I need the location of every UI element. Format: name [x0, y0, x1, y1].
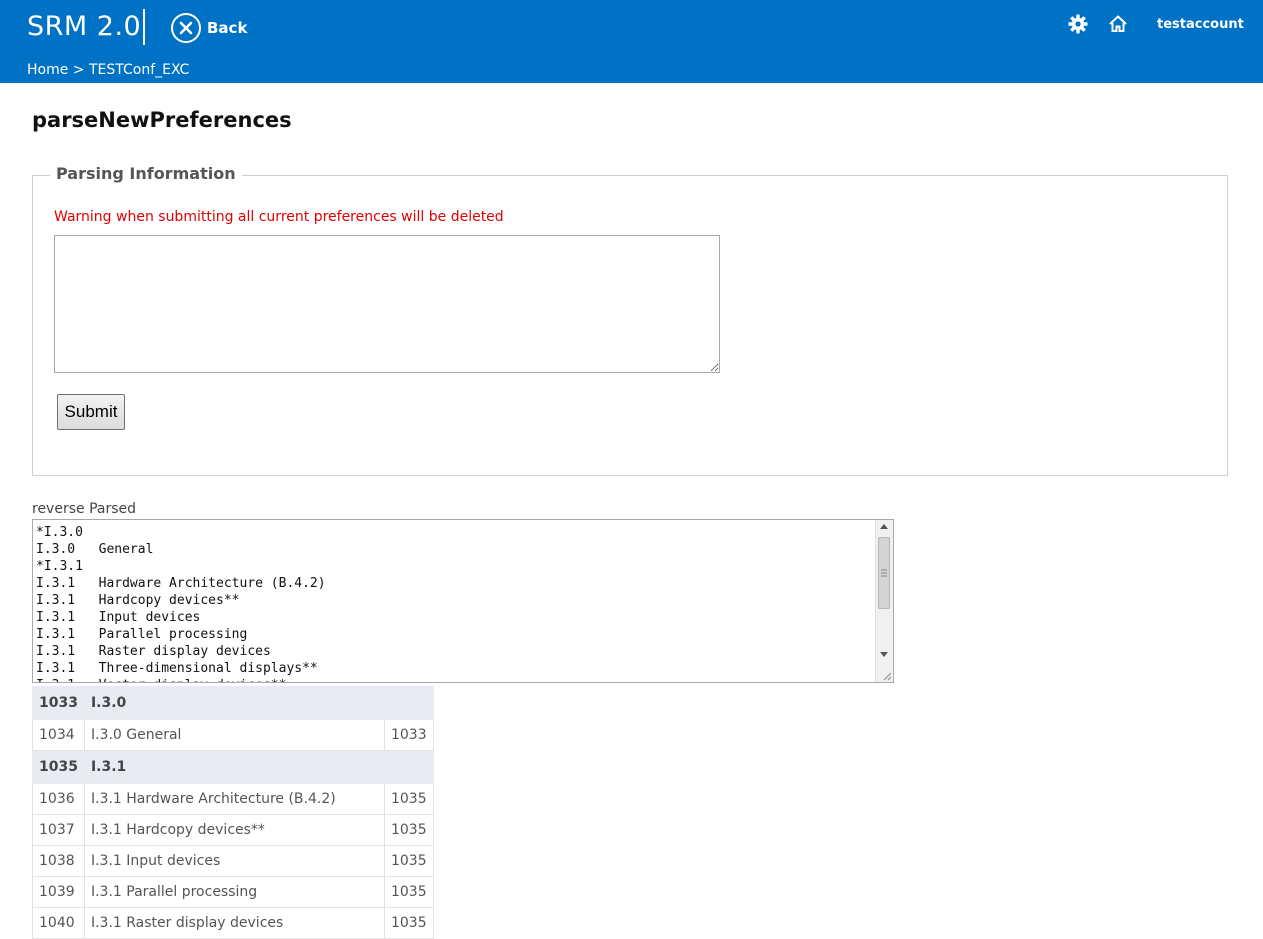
table-row: 1038 I.3.1 Input devices 1035	[32, 845, 434, 877]
page-title: parseNewPreferences	[32, 108, 292, 132]
warning-message: Warning when submitting all current pref…	[54, 209, 504, 225]
parsing-legend: Parsing Information	[50, 164, 242, 183]
scroll-thumb[interactable]	[878, 537, 890, 609]
cell-id: 1034	[32, 719, 85, 751]
resize-grip-icon[interactable]	[880, 669, 892, 681]
cell-id: 1038	[32, 845, 85, 877]
cell-id: 1033	[32, 686, 85, 720]
cell-parent: 1035	[383, 907, 434, 939]
back-label: Back	[207, 19, 248, 37]
back-button[interactable]: Back	[171, 11, 247, 45]
title-divider	[143, 9, 145, 45]
reverse-parsed-text: *I.3.0 I.3.0 General *I.3.1 I.3.1 Hardwa…	[36, 525, 326, 682]
table-row: 1034 I.3.0 General 1033	[32, 719, 434, 751]
scroll-up-arrow-icon[interactable]	[880, 524, 888, 529]
reverse-parsed-label: reverse Parsed	[32, 501, 137, 517]
cell-parent: 1033	[383, 719, 434, 751]
cell-id: 1039	[32, 876, 85, 908]
cell-id: 1035	[32, 750, 85, 784]
cell-name: I.3.0	[83, 686, 434, 720]
cell-name: I.3.1 Parallel processing	[83, 876, 385, 908]
cell-id: 1037	[32, 814, 85, 846]
cell-name: I.3.1 Input devices	[83, 845, 385, 877]
table-group-row: 1033 I.3.0	[32, 686, 434, 720]
home-icon[interactable]	[1108, 14, 1128, 34]
table-row: 1037 I.3.1 Hardcopy devices** 1035	[32, 814, 434, 846]
cell-parent: 1035	[383, 845, 434, 877]
preferences-table: 1033 I.3.0 1034 I.3.0 General 1033 1035 I.3.1 1…	[32, 686, 434, 939]
cell-id: 1036	[32, 783, 85, 815]
vertical-scrollbar[interactable]	[875, 520, 893, 682]
cell-parent: 1035	[383, 783, 434, 815]
cell-name: I.3.1 Hardcopy devices**	[83, 814, 385, 846]
cell-name: I.3.1 Raster display devices	[83, 907, 385, 939]
close-circle-icon	[171, 13, 201, 43]
cell-parent: 1035	[383, 876, 434, 908]
cell-name: I.3.1 Hardware Architecture (B.4.2)	[83, 783, 385, 815]
breadcrumb[interactable]: Home > TESTConf_EXC	[27, 62, 189, 78]
app-title: SRM 2.0	[27, 11, 142, 42]
table-row: 1040 I.3.1 Raster display devices 1035	[32, 907, 434, 939]
top-bar: SRM 2.0 Back Home > TESTConf_EXC testacc…	[0, 0, 1263, 83]
table-row: 1036 I.3.1 Hardware Architecture (B.4.2) 1…	[32, 783, 434, 815]
table-row: 1039 I.3.1 Parallel processing 1035	[32, 876, 434, 908]
submit-button[interactable]: Submit	[57, 394, 125, 430]
scroll-down-arrow-icon[interactable]	[880, 652, 888, 657]
cell-id: 1040	[32, 907, 85, 939]
gear-icon[interactable]	[1068, 14, 1088, 34]
table-group-row: 1035 I.3.1	[32, 750, 434, 784]
cell-name: I.3.1	[83, 750, 434, 784]
reverse-parsed-textarea[interactable]: *I.3.0 I.3.0 General *I.3.1 I.3.1 Hardwa…	[32, 519, 894, 683]
cell-name: I.3.0 General	[83, 719, 385, 751]
cell-parent: 1035	[383, 814, 434, 846]
preferences-input[interactable]	[54, 235, 720, 373]
account-link[interactable]: testaccount	[1157, 17, 1244, 32]
